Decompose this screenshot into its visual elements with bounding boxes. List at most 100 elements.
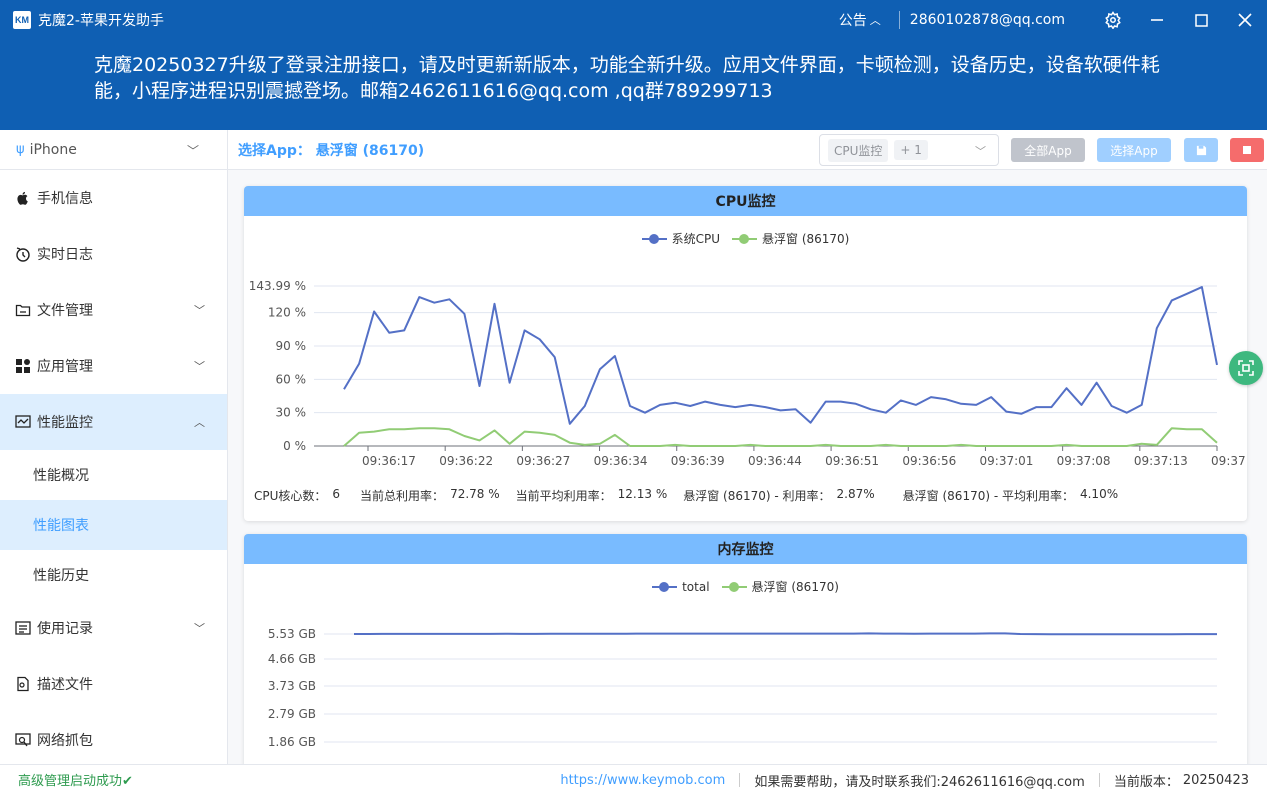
sidebar-item-label: 应用管理 <box>37 359 93 375</box>
minimize-button[interactable] <box>1135 0 1179 40</box>
stat-app-label: 悬浮窗 (86170) - 利用率： <box>683 489 831 503</box>
maximize-button[interactable] <box>1179 0 1223 40</box>
sidebar-subitem-performance-history[interactable]: 性能历史 <box>0 550 227 600</box>
cpu-stats: CPU核心数： 6 当前总利用率： 72.78 % 当前平均利用率： 12.13… <box>254 487 1118 504</box>
x-tick-label: 09:36:56 <box>902 454 956 468</box>
notice-button[interactable]: 公告 ︿ <box>839 10 881 30</box>
capture-icon <box>15 732 31 748</box>
sidebar-item-usage-records[interactable]: 使用记录 ﹀ <box>0 600 227 656</box>
screenshot-icon <box>1238 360 1254 376</box>
app-logo: KM <box>13 11 31 29</box>
stop-button[interactable] <box>1230 138 1264 162</box>
selected-app-label: 选择App： 悬浮窗 (86170) <box>238 140 424 160</box>
stat-app-avg-label: 悬浮窗 (86170) - 平均利用率： <box>902 489 1074 503</box>
monitor-tag: CPU监控 <box>828 138 889 162</box>
title-bar: KM 克魔2-苹果开发助手 公告 ︿ 2860102878@qq.com <box>0 0 1267 40</box>
stat-cores-label: CPU核心数： <box>254 489 327 503</box>
screenshot-float-button[interactable] <box>1229 351 1263 385</box>
save-button[interactable] <box>1184 138 1218 162</box>
chevron-up-icon: ︿ <box>194 416 205 429</box>
y-tick-label: 90 % <box>276 339 307 353</box>
chevron-down-icon: ﹀ <box>975 145 986 158</box>
sidebar-item-packet-capture[interactable]: 网络抓包 <box>0 712 227 764</box>
stat-app-avg-value: 4.10% <box>1079 487 1119 501</box>
sidebar-item-performance-monitor[interactable]: 性能监控 ︿ <box>0 394 227 450</box>
toolbar: 选择App： 悬浮窗 (86170) CPU监控 + 1 ﹀ 全部App 选择A… <box>228 130 1267 170</box>
file-icon <box>15 676 31 692</box>
stat-total-value: 72.78 % <box>450 487 500 501</box>
sidebar-item-label: 描述文件 <box>37 677 93 693</box>
sidebar-item-label: 使用记录 <box>37 621 93 637</box>
help-text: 如果需要帮助，请及时联系我们:2462611616@qq.com <box>754 774 1085 790</box>
notice-label: 公告 <box>838 13 867 29</box>
x-tick-label: 09:36:22 <box>439 454 493 468</box>
title-bar-right: 公告 ︿ 2860102878@qq.com <box>839 0 1267 40</box>
chevron-down-icon: ﹀ <box>194 622 205 635</box>
stat-avg-label: 当前平均利用率： <box>515 489 612 503</box>
sidebar-item-label: 手机信息 <box>37 191 93 207</box>
y-tick-label: 0 % <box>283 439 306 453</box>
stat-app-value: 2.87% <box>836 487 875 501</box>
x-tick-label: 09:36:44 <box>748 454 802 468</box>
status-bar-right: https://www.keymob.com 如果需要帮助，请及时联系我们:24… <box>560 765 1249 795</box>
folder-icon <box>15 302 31 318</box>
y-tick-label: 60 % <box>276 372 307 386</box>
version-value: 20250423 <box>1182 772 1249 788</box>
x-tick-label: 09:37:08 <box>1057 454 1111 468</box>
sidebar-item-realtime-log[interactable]: 实时日志 <box>0 226 227 282</box>
status-message: 高级管理启动成功✔ <box>18 774 133 789</box>
monitor-type-select[interactable]: CPU监控 + 1 ﹀ <box>819 134 999 166</box>
gear-icon <box>1105 11 1121 29</box>
account-email[interactable]: 2860102878@qq.com <box>910 12 1065 28</box>
y-tick-label: 120 % <box>268 306 306 320</box>
chevron-down-icon: ﹀ <box>194 304 205 317</box>
y-tick-label: 4.66 GB <box>268 652 316 666</box>
monitor-more-tag: + 1 <box>894 140 928 160</box>
x-tick-label: 09:36:17 <box>362 454 416 468</box>
app-title: 克魔2-苹果开发助手 <box>38 13 164 29</box>
memory-monitor-panel: 内存监控 total 悬浮窗 (86170) 1.86 GB 2.79 GB 3.7… <box>244 534 1247 764</box>
sidebar: ψ iPhone ﹀ 手机信息 实时日志 文件管理 ﹀ 应用管理 ﹀ 性能监控 <box>0 130 228 764</box>
close-icon <box>1238 13 1252 27</box>
x-tick-label: 09:37:01 <box>980 454 1034 468</box>
sidebar-item-label: 实时日志 <box>37 247 93 263</box>
sidebar-item-label: 网络抓包 <box>37 733 93 749</box>
x-tick-label: 09:37:18 <box>1211 454 1247 468</box>
sidebar-item-file-manager[interactable]: 文件管理 ﹀ <box>0 282 227 338</box>
y-tick-label: 3.73 GB <box>268 679 316 693</box>
version-label: 当前版本： <box>1113 774 1179 790</box>
y-tick-label: 1.86 GB <box>268 735 316 749</box>
y-tick-label: 30 % <box>276 406 307 420</box>
settings-button[interactable] <box>1091 0 1135 40</box>
all-app-button[interactable]: 全部App <box>1011 138 1085 162</box>
device-select[interactable]: ψ iPhone ﹀ <box>0 130 227 170</box>
announcement-banner: 克魔20250327升级了登录注册接口，请及时更新新版本，功能全新升级。应用文件… <box>0 40 1267 130</box>
cpu-monitor-panel: CPU监控 系统CPU 悬浮窗 (86170) 0 % 30 % 60 % 90 % 1… <box>244 186 1247 521</box>
x-tick-label: 09:36:51 <box>825 454 879 468</box>
selected-app-prefix: 选择App： <box>238 142 311 159</box>
usb-icon: ψ <box>16 142 25 157</box>
sidebar-item-app-manager[interactable]: 应用管理 ﹀ <box>0 338 227 394</box>
sidebar-item-label: 文件管理 <box>37 303 93 319</box>
device-name: iPhone <box>29 141 77 158</box>
divider <box>898 11 900 29</box>
chevron-down-icon: ﹀ <box>194 360 205 373</box>
monitor-icon <box>15 414 31 430</box>
status-bar: 高级管理启动成功✔ https://www.keymob.com 如果需要帮助，… <box>0 764 1267 794</box>
apple-icon <box>15 190 31 206</box>
series-line-app <box>343 427 1218 447</box>
series-line-system-cpu <box>343 286 1218 425</box>
select-app-button[interactable]: 选择App <box>1097 138 1171 162</box>
x-tick-label: 09:37:13 <box>1134 454 1188 468</box>
sidebar-item-phone-info[interactable]: 手机信息 <box>0 170 227 226</box>
y-tick-label: 2.79 GB <box>268 707 316 721</box>
stop-icon <box>1243 146 1251 154</box>
sidebar-subitem-performance-charts[interactable]: 性能图表 <box>0 500 227 550</box>
log-icon <box>15 246 31 262</box>
website-link[interactable]: https://www.keymob.com <box>560 773 725 788</box>
sidebar-item-profiles[interactable]: 描述文件 <box>0 656 227 712</box>
y-tick-label: 143.99 % <box>249 279 306 293</box>
sidebar-subitem-performance-overview[interactable]: 性能概况 <box>0 450 227 500</box>
close-button[interactable] <box>1223 0 1267 40</box>
list-icon <box>15 620 31 636</box>
